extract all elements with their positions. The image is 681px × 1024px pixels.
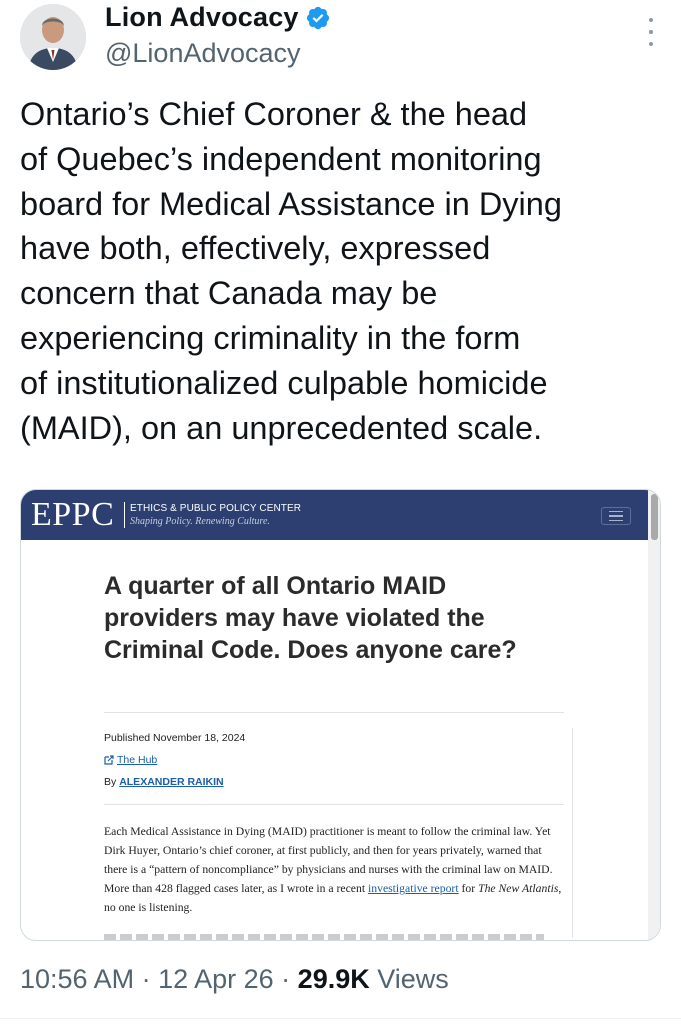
article-title: A quarter of all Ontario MAID providers … xyxy=(104,572,517,664)
verified-badge-icon xyxy=(306,6,329,29)
divider xyxy=(0,1018,681,1019)
more-dot xyxy=(649,30,653,34)
more-dot xyxy=(649,42,653,46)
byline: By ALEXANDER RAIKIN xyxy=(104,776,224,788)
link-card[interactable]: EPPC ETHICS & PUBLIC POLICY CENTER Shapi… xyxy=(20,489,661,941)
investigative-report-link[interactable]: investigative report xyxy=(368,882,459,895)
article-body: Each Medical Assistance in Dying (MAID) … xyxy=(104,822,564,917)
site-tagline: Shaping Policy. Renewing Culture. xyxy=(130,516,270,527)
scrollbar-thumb[interactable] xyxy=(651,494,658,540)
tweet-date[interactable]: 12 Apr 26 xyxy=(158,964,274,994)
body-text: for xyxy=(458,882,479,895)
display-name-text: Lion Advocacy xyxy=(105,2,299,32)
byline-prefix: By xyxy=(104,776,117,788)
external-link-icon xyxy=(104,755,114,765)
site-name: ETHICS & PUBLIC POLICY CENTER xyxy=(130,503,302,514)
cut-off-text-line xyxy=(104,934,544,940)
author-link[interactable]: ALEXANDER RAIKIN xyxy=(119,776,223,788)
published-date: Published November 18, 2024 xyxy=(104,732,246,744)
views-count: 29.9K xyxy=(297,964,370,994)
more-options-icon[interactable] xyxy=(647,18,655,46)
meta-separator: · xyxy=(134,964,159,994)
divider xyxy=(104,712,564,713)
divider xyxy=(104,804,564,805)
publication-name: The New Atlantis xyxy=(478,882,559,895)
source-label: The Hub xyxy=(117,754,158,766)
more-dot xyxy=(649,18,653,22)
meta-separator: · xyxy=(273,964,298,994)
site-header: EPPC ETHICS & PUBLIC POLICY CENTER Shapi… xyxy=(21,490,648,540)
display-name[interactable]: Lion Advocacy xyxy=(105,2,331,33)
menu-line xyxy=(609,519,623,522)
handle[interactable]: @LionAdvocacy xyxy=(105,38,301,69)
scrollbar-track xyxy=(648,490,660,940)
hamburger-menu-icon[interactable] xyxy=(601,507,631,525)
avatar-photo-icon xyxy=(20,4,86,70)
tweet-text: Ontario’s Chief Coroner & the head of Qu… xyxy=(20,96,562,446)
divider xyxy=(572,728,573,938)
tweet-time[interactable]: 10:56 AM xyxy=(20,964,134,994)
tweet-meta: 10:56 AM · 12 Apr 26 · 29.9K Views xyxy=(20,964,449,995)
site-logo: EPPC xyxy=(31,496,115,533)
logo-divider xyxy=(124,502,125,528)
avatar[interactable] xyxy=(20,4,86,70)
menu-line xyxy=(609,515,623,517)
menu-line xyxy=(609,510,623,513)
source-link[interactable]: The Hub xyxy=(104,754,157,766)
views-label: Views xyxy=(369,964,449,994)
